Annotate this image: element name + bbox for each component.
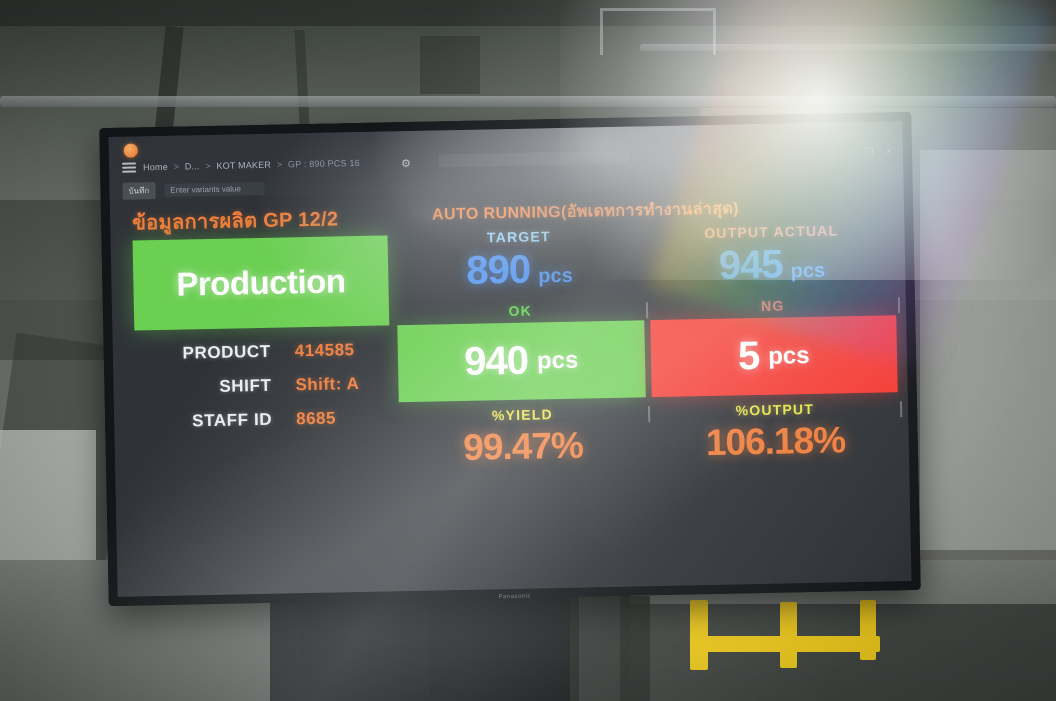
machine-post-2 xyxy=(570,592,579,701)
address-field[interactable] xyxy=(438,150,630,168)
safety-barrier xyxy=(690,600,708,670)
variants-input[interactable]: Enter variants value xyxy=(164,181,266,197)
metrics-grid: TARGET 890 pcs OUTPUT ACTUAL 945 pcs OK … xyxy=(395,221,903,587)
metric-label: %OUTPUT xyxy=(735,400,815,419)
mode-box-label: Production xyxy=(175,262,346,303)
record-button[interactable]: บันทึก xyxy=(122,182,156,200)
floor-shadow-2 xyxy=(620,604,1056,701)
ng-panel: 5 pcs xyxy=(649,315,898,398)
breadcrumb: Home > D... > KOT MAKER > GP : 890 PCS 1… xyxy=(143,158,360,172)
metric-value: 106.18% xyxy=(705,419,846,464)
page-title: ข้อมูลการผลิต GP 12/2 xyxy=(131,208,339,235)
monitor-screen: Home > D... > KOT MAKER > GP : 890 PCS 1… xyxy=(108,121,912,597)
breadcrumb-bar: Home > D... > KOT MAKER > GP : 890 PCS 1… xyxy=(121,158,360,173)
gear-icon[interactable]: ⚙ xyxy=(401,158,412,170)
metrics-row-quality: OK 940 pcs NG 5 pcs xyxy=(397,295,901,403)
safety-barrier xyxy=(780,602,797,668)
close-button[interactable]: ✕ xyxy=(885,146,893,157)
ceiling-box xyxy=(420,36,480,94)
minimize-button[interactable]: – xyxy=(831,148,836,158)
info-row-product: PRODUCT 414585 xyxy=(121,339,391,364)
metric-yield: %YIELD 99.47% xyxy=(399,404,650,470)
breadcrumb-sep: > xyxy=(276,159,283,170)
column-divider xyxy=(897,297,901,314)
safety-barrier xyxy=(860,600,876,660)
metric-output-percent: %OUTPUT 106.18% xyxy=(651,399,903,465)
window-controls: – □ ❐ ✕ xyxy=(831,146,893,158)
info-label: STAFF ID xyxy=(191,409,273,431)
app-logo-icon xyxy=(123,143,138,158)
ceiling-beam xyxy=(0,0,1056,26)
column-divider xyxy=(645,302,648,319)
status-banner: AUTO RUNNING(อัพเดทการทำงานล่าสุด) xyxy=(431,200,740,224)
metric-target: TARGET 890 pcs xyxy=(395,226,643,295)
metric-value-group: 890 pcs xyxy=(466,247,573,294)
metric-value: 5 xyxy=(737,334,760,379)
breadcrumb-sep: > xyxy=(173,161,180,172)
wall-mounted-monitor: Panasonic Home > D... > KOT MAKER > GP :… xyxy=(99,111,921,607)
metric-label: NG xyxy=(760,297,785,314)
metric-unit: pcs xyxy=(790,259,826,283)
restore-button[interactable]: ❐ xyxy=(865,147,873,158)
metric-value-group: 945 pcs xyxy=(718,242,825,289)
breadcrumb-sep: > xyxy=(205,160,211,172)
metric-ok: OK 940 pcs xyxy=(397,300,648,403)
metric-label: OK xyxy=(508,302,533,320)
factory-scene-photo: Panasonic Home > D... > KOT MAKER > GP :… xyxy=(0,0,1056,701)
ceiling-duct xyxy=(600,8,716,55)
monitor-brand-label: Panasonic xyxy=(498,593,532,601)
metric-value: 99.47% xyxy=(462,424,584,468)
production-dashboard: ข้อมูลการผลิต GP 12/2 AUTO RUNNING(อัพเด… xyxy=(110,183,912,597)
metric-value: 940 xyxy=(463,338,529,384)
ceiling-pipe xyxy=(0,96,1056,107)
maximize-button[interactable]: □ xyxy=(848,148,854,158)
worker-silhouette xyxy=(620,596,650,701)
info-value: 8685 xyxy=(295,408,337,429)
info-row-shift: SHIFT Shift: A xyxy=(121,373,391,398)
tv-stand-shadow xyxy=(270,596,570,701)
info-value: Shift: A xyxy=(295,374,360,395)
metric-unit: pcs xyxy=(536,346,579,374)
right-wall xyxy=(920,150,1056,550)
metric-value: 890 xyxy=(465,247,531,293)
metric-unit: pcs xyxy=(538,264,573,288)
info-label: PRODUCT xyxy=(182,341,271,363)
breadcrumb-home[interactable]: Home xyxy=(143,162,168,172)
metrics-row-counts: TARGET 890 pcs OUTPUT ACTUAL 945 pcs xyxy=(395,221,895,295)
column-divider xyxy=(899,401,903,418)
mode-box: Production xyxy=(132,235,390,331)
metric-ng: NG 5 pcs xyxy=(649,295,901,398)
metric-label: %YIELD xyxy=(491,406,553,424)
info-row-staff-id: STAFF ID 8685 xyxy=(122,407,392,432)
breadcrumb-level4: GP : 890 PCS 16 xyxy=(287,157,360,170)
info-value: 414585 xyxy=(294,340,355,361)
metric-label: OUTPUT ACTUAL xyxy=(704,222,839,242)
left-white-wall xyxy=(0,430,96,580)
column-divider xyxy=(647,406,650,423)
safety-barrier-rail xyxy=(700,636,880,652)
metric-label: TARGET xyxy=(486,228,551,246)
metric-output-actual: OUTPUT ACTUAL 945 pcs xyxy=(648,221,896,290)
metric-unit: pcs xyxy=(767,341,810,370)
info-label: SHIFT xyxy=(219,375,272,396)
breadcrumb-level2[interactable]: D... xyxy=(185,161,200,171)
production-info-list: PRODUCT 414585 SHIFT Shift: A STAFF ID 8… xyxy=(121,339,393,446)
ok-panel: 940 pcs xyxy=(397,320,646,403)
metrics-row-percent: %YIELD 99.47% %OUTPUT 106.18% xyxy=(399,399,903,470)
metric-value: 945 xyxy=(718,242,783,288)
breadcrumb-level3[interactable]: KOT MAKER xyxy=(216,160,271,171)
hamburger-menu-icon[interactable] xyxy=(121,162,137,173)
